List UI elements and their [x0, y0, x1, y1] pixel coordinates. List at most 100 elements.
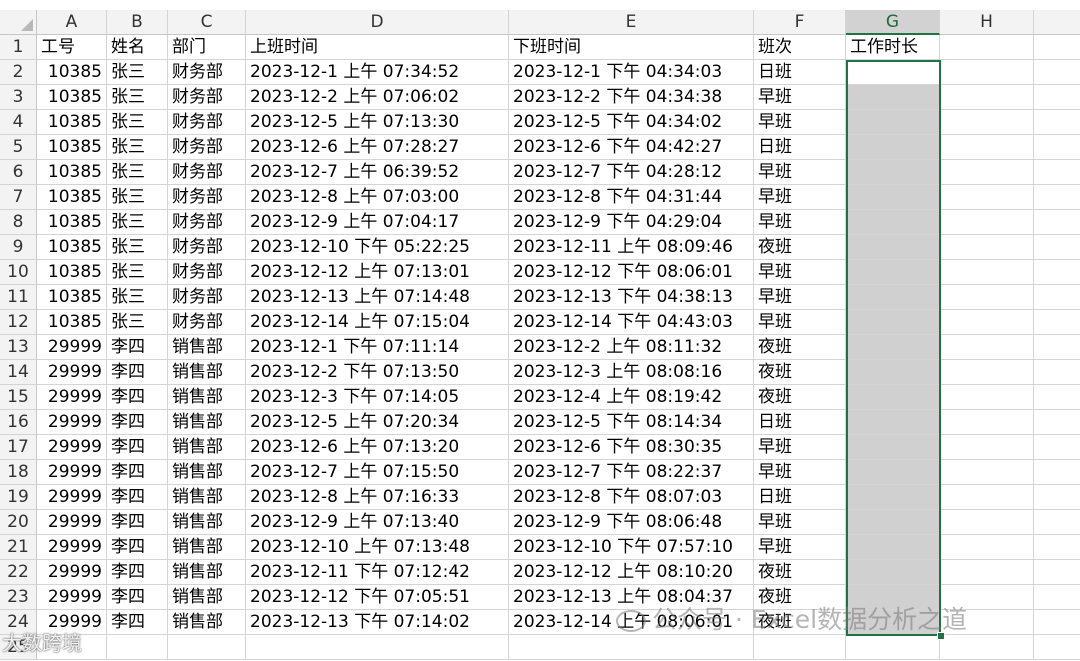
cell-name[interactable]: 张三 — [107, 235, 168, 260]
empty-cell[interactable] — [1034, 435, 1080, 460]
cell-name[interactable]: 张三 — [107, 160, 168, 185]
cell-dept[interactable]: 销售部 — [168, 335, 246, 360]
cell-start-time[interactable]: 2023-12-2 上午 07:06:02 — [246, 85, 509, 110]
cell-start-time[interactable]: 2023-12-7 上午 07:15:50 — [246, 460, 509, 485]
cell-duration[interactable] — [846, 335, 940, 360]
cell-end-time[interactable]: 2023-12-12 下午 08:06:01 — [509, 260, 754, 285]
row-header[interactable]: 8 — [0, 210, 37, 235]
cell-dept[interactable]: 销售部 — [168, 460, 246, 485]
cell-dept[interactable]: 财务部 — [168, 210, 246, 235]
empty-cell[interactable] — [1034, 60, 1080, 85]
column-header-e[interactable]: E — [509, 10, 754, 35]
cell-start-time[interactable]: 2023-12-5 上午 07:20:34 — [246, 410, 509, 435]
cell-shift[interactable]: 日班 — [754, 485, 846, 510]
cell-id[interactable]: 29999 — [37, 435, 107, 460]
cell-start-time[interactable]: 2023-12-8 上午 07:16:33 — [246, 485, 509, 510]
cell-dept[interactable]: 销售部 — [168, 510, 246, 535]
cell-shift[interactable]: 夜班 — [754, 235, 846, 260]
empty-cell[interactable] — [940, 635, 1034, 660]
cell-id[interactable]: 29999 — [37, 560, 107, 585]
header-cell-shift[interactable]: 班次 — [754, 35, 846, 60]
cell-start-time[interactable]: 2023-12-3 下午 07:14:05 — [246, 385, 509, 410]
cell-name[interactable]: 张三 — [107, 260, 168, 285]
cell-duration[interactable] — [846, 435, 940, 460]
empty-cell[interactable] — [940, 60, 1034, 85]
cell-dept[interactable]: 销售部 — [168, 360, 246, 385]
select-all-corner[interactable] — [0, 10, 37, 35]
empty-cell[interactable] — [940, 335, 1034, 360]
empty-cell[interactable] — [940, 510, 1034, 535]
empty-cell[interactable] — [1034, 210, 1080, 235]
cell-name[interactable]: 李四 — [107, 460, 168, 485]
cell-name[interactable]: 李四 — [107, 510, 168, 535]
cell-end-time[interactable]: 2023-12-2 上午 08:11:32 — [509, 335, 754, 360]
header-cell-duration[interactable]: 工作时长 — [846, 35, 940, 60]
row-header[interactable]: 9 — [0, 235, 37, 260]
cell-shift[interactable]: 早班 — [754, 435, 846, 460]
empty-cell[interactable] — [1034, 360, 1080, 385]
empty-cell[interactable] — [1034, 410, 1080, 435]
row-header[interactable]: 13 — [0, 335, 37, 360]
cell-id[interactable]: 29999 — [37, 510, 107, 535]
cell-end-time[interactable]: 2023-12-13 下午 04:38:13 — [509, 285, 754, 310]
cell-name[interactable]: 张三 — [107, 135, 168, 160]
cell-start-time[interactable]: 2023-12-13 下午 07:14:02 — [246, 610, 509, 635]
cell-name[interactable]: 张三 — [107, 110, 168, 135]
empty-cell[interactable] — [1034, 535, 1080, 560]
cell-shift[interactable]: 日班 — [754, 60, 846, 85]
empty-cell[interactable] — [940, 35, 1034, 60]
cell-end-time[interactable]: 2023-12-10 下午 07:57:10 — [509, 535, 754, 560]
cell-dept[interactable]: 财务部 — [168, 110, 246, 135]
empty-cell[interactable] — [1034, 335, 1080, 360]
empty-cell[interactable] — [1034, 385, 1080, 410]
empty-cell[interactable] — [940, 285, 1034, 310]
cell-shift[interactable]: 早班 — [754, 210, 846, 235]
cell-shift[interactable]: 夜班 — [754, 560, 846, 585]
cell-name[interactable]: 李四 — [107, 485, 168, 510]
row-header[interactable]: 3 — [0, 85, 37, 110]
cell-shift[interactable]: 早班 — [754, 460, 846, 485]
cell-shift[interactable]: 夜班 — [754, 385, 846, 410]
empty-cell[interactable] — [940, 385, 1034, 410]
cell-name[interactable]: 李四 — [107, 560, 168, 585]
active-cell-duration[interactable] — [846, 60, 940, 85]
empty-cell[interactable] — [940, 485, 1034, 510]
cell-shift[interactable]: 早班 — [754, 160, 846, 185]
cell-duration[interactable] — [846, 260, 940, 285]
cell-dept[interactable]: 财务部 — [168, 285, 246, 310]
cell-id[interactable]: 29999 — [37, 485, 107, 510]
cell-id[interactable]: 10385 — [37, 60, 107, 85]
cell-end-time[interactable]: 2023-12-2 下午 04:34:38 — [509, 85, 754, 110]
cell-end-time[interactable]: 2023-12-6 下午 08:30:35 — [509, 435, 754, 460]
cell-end-time[interactable]: 2023-12-3 上午 08:08:16 — [509, 360, 754, 385]
cell-duration[interactable] — [846, 185, 940, 210]
empty-cell[interactable] — [940, 160, 1034, 185]
cell-shift[interactable]: 早班 — [754, 535, 846, 560]
column-header-a[interactable]: A — [37, 10, 107, 35]
empty-cell[interactable] — [1034, 135, 1080, 160]
cell-id[interactable]: 29999 — [37, 410, 107, 435]
row-header[interactable]: 16 — [0, 410, 37, 435]
column-header-next[interactable] — [1034, 10, 1080, 35]
cell-duration[interactable] — [846, 285, 940, 310]
row-header[interactable]: 6 — [0, 160, 37, 185]
cell-start-time[interactable]: 2023-12-9 上午 07:13:40 — [246, 510, 509, 535]
cell-dept[interactable]: 销售部 — [168, 485, 246, 510]
cell-end-time[interactable]: 2023-12-1 下午 04:34:03 — [509, 60, 754, 85]
cell-start-time[interactable]: 2023-12-9 上午 07:04:17 — [246, 210, 509, 235]
cell-end-time[interactable]: 2023-12-14 下午 04:43:03 — [509, 310, 754, 335]
row-header[interactable]: 19 — [0, 485, 37, 510]
empty-cell[interactable] — [940, 260, 1034, 285]
cell-id[interactable]: 10385 — [37, 160, 107, 185]
cell-end-time[interactable]: 2023-12-5 下午 08:14:34 — [509, 410, 754, 435]
row-header[interactable]: 1 — [0, 35, 37, 60]
cell-duration[interactable] — [846, 110, 940, 135]
row-header[interactable]: 5 — [0, 135, 37, 160]
cell-name[interactable]: 张三 — [107, 85, 168, 110]
cell-shift[interactable]: 夜班 — [754, 335, 846, 360]
cell-id[interactable]: 10385 — [37, 235, 107, 260]
row-header[interactable]: 15 — [0, 385, 37, 410]
cell-id[interactable]: 10385 — [37, 85, 107, 110]
cell-id[interactable]: 10385 — [37, 110, 107, 135]
cell-end-time[interactable]: 2023-12-5 下午 04:34:02 — [509, 110, 754, 135]
